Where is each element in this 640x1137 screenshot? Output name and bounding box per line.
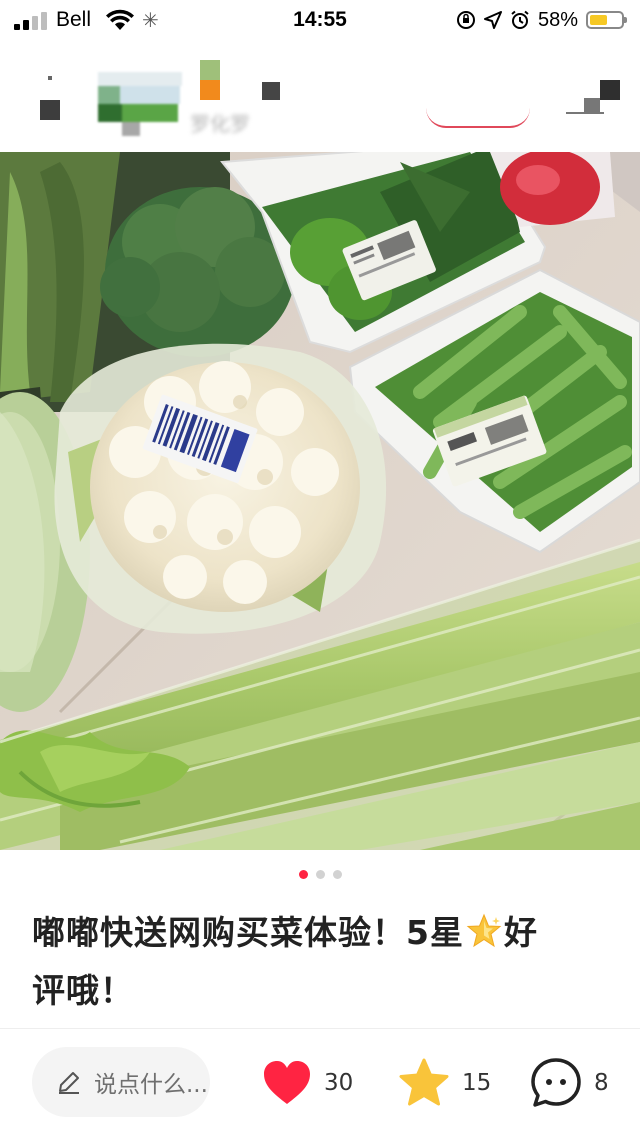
star-emoji-icon	[466, 913, 502, 948]
comment-placeholder: 说点什么...	[94, 1072, 208, 1098]
comment-count: 8	[594, 1070, 609, 1096]
post-title-line2: 评哦！	[32, 971, 134, 1010]
post-title-part1: 嘟嘟快送网购买菜体验！5星	[32, 913, 464, 952]
collect-count: 15	[462, 1070, 492, 1096]
author-tag	[262, 82, 280, 100]
star-icon	[399, 1058, 449, 1106]
post-title-part2: 好	[503, 913, 538, 952]
follow-button[interactable]	[426, 102, 530, 128]
back-icon[interactable]	[40, 100, 60, 120]
author-avatar[interactable]	[98, 62, 182, 136]
share-icon[interactable]	[600, 80, 620, 100]
battery-level	[590, 15, 608, 25]
comment-button[interactable]: 8	[530, 1055, 609, 1111]
bottom-action-bar: 说点什么... 30 15 8	[0, 1028, 640, 1137]
alarm-icon	[511, 10, 529, 29]
orientation-lock-icon	[456, 11, 475, 29]
battery-icon	[586, 11, 627, 29]
post-image[interactable]	[0, 152, 640, 850]
pen-icon	[59, 1072, 79, 1094]
post-title: 嘟嘟快送网购买菜体验！5星 好 评哦！	[32, 904, 602, 1020]
page-dot	[332, 870, 342, 879]
status-right-group: 58%	[456, 6, 627, 34]
comment-bubble-icon	[531, 1058, 581, 1107]
page-dot	[315, 870, 325, 879]
back-icon-fragment	[48, 76, 52, 80]
page-dot-active	[298, 870, 308, 879]
author-name[interactable]: 罗化罗	[190, 108, 250, 137]
battery-percent: 58%	[537, 8, 578, 31]
share-icon-underline	[566, 112, 604, 114]
author-badge	[200, 60, 220, 100]
heart-icon	[264, 1061, 310, 1104]
like-count: 30	[324, 1070, 354, 1096]
like-button[interactable]: 30	[262, 1055, 353, 1111]
status-bar: Bell ✳ 14:55 58%	[0, 0, 640, 40]
comment-input[interactable]: 说点什么...	[32, 1047, 210, 1117]
collect-button[interactable]: 15	[398, 1055, 491, 1111]
location-icon	[483, 11, 502, 29]
post-header: 罗化罗	[0, 40, 640, 150]
image-pagination	[0, 870, 640, 879]
share-icon-fragment	[584, 98, 600, 112]
